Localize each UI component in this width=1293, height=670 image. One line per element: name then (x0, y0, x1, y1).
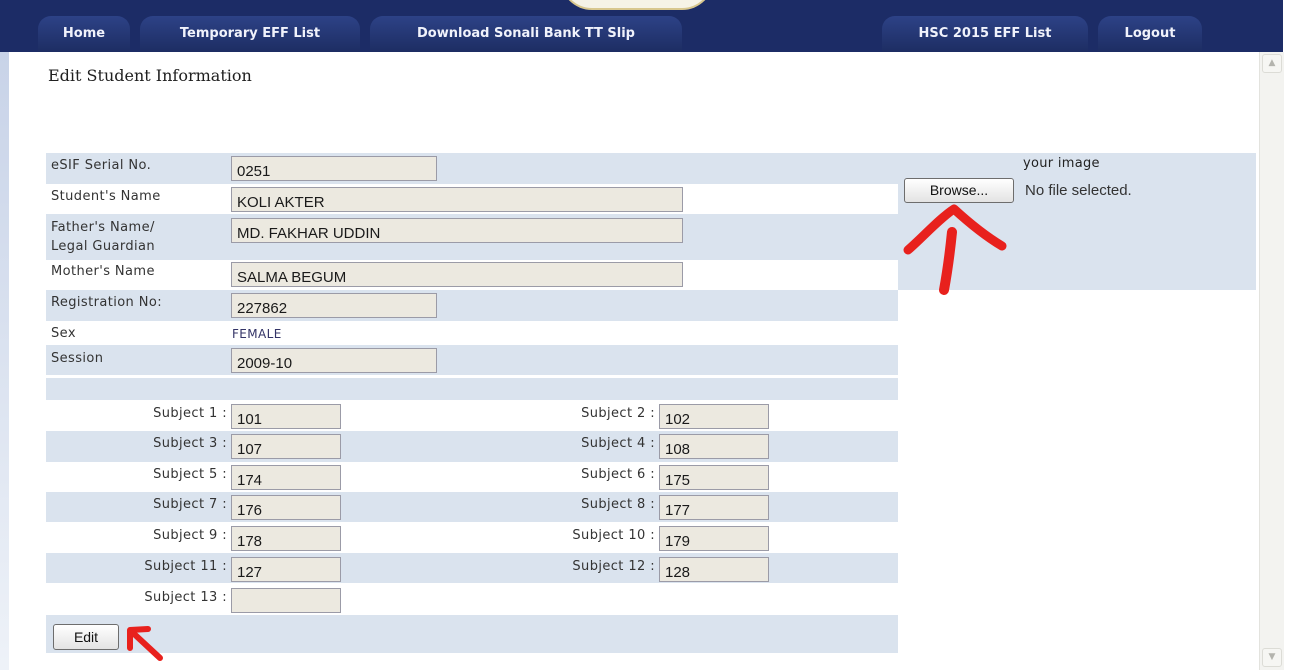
subject-field[interactable]: 177 (659, 495, 769, 520)
student-name-label: Student's Name (51, 189, 161, 204)
spacer-band (46, 378, 898, 400)
subject-label: Subject 13 : (144, 590, 227, 605)
subject-field[interactable]: 174 (231, 465, 341, 490)
registration-label: Registration No: (51, 295, 162, 310)
subject-label: Subject 11 : (144, 559, 227, 574)
file-status-text: No file selected. (1025, 182, 1132, 199)
top-navbar: Home Temporary EFF List Download Sonali … (0, 0, 1283, 52)
mother-name-label: Mother's Name (51, 264, 155, 279)
subject-field[interactable]: 128 (659, 557, 769, 582)
image-upload-hint: your image (1023, 156, 1100, 171)
vertical-scrollbar[interactable]: ▲ ▼ (1259, 52, 1284, 670)
scroll-down-icon[interactable]: ▼ (1262, 648, 1282, 667)
row-band (46, 153, 898, 184)
subject-label: Subject 6 : (581, 467, 655, 482)
subject-label: Subject 7 : (153, 497, 227, 512)
subject-label: Subject 3 : (153, 436, 227, 451)
nav-tab-hsc-2015-eff-list[interactable]: HSC 2015 EFF List (882, 16, 1088, 52)
red-arrow-diagonal-icon (127, 626, 163, 661)
subject-field[interactable]: 101 (231, 404, 341, 429)
scroll-up-icon[interactable]: ▲ (1262, 54, 1282, 73)
row-band (46, 615, 898, 653)
subject-field[interactable]: 107 (231, 434, 341, 459)
left-border-strip (0, 52, 9, 670)
subject-field[interactable]: 108 (659, 434, 769, 459)
nav-tab-temporary-eff-list[interactable]: Temporary EFF List (140, 16, 360, 52)
edit-button[interactable]: Edit (53, 624, 119, 650)
sex-value: FEMALE (232, 327, 282, 341)
page-title: Edit Student Information (48, 66, 252, 85)
nav-tab-download-tt-slip[interactable]: Download Sonali Bank TT Slip (370, 16, 682, 52)
nav-tab-logout[interactable]: Logout (1098, 16, 1202, 52)
browse-button[interactable]: Browse... (904, 178, 1014, 203)
session-field[interactable]: 2009-10 (231, 348, 437, 373)
father-name-label: Father's Name/ (51, 220, 155, 235)
subject-field[interactable]: 175 (659, 465, 769, 490)
sex-label: Sex (51, 326, 76, 341)
registration-field[interactable]: 227862 (231, 293, 437, 318)
father-name-field[interactable]: MD. FAKHAR UDDIN (231, 218, 683, 243)
nav-tab-home[interactable]: Home (38, 16, 130, 52)
father-name-label-line2: Legal Guardian (51, 239, 156, 254)
row-band (46, 345, 898, 375)
red-arrow-up-icon (903, 204, 1007, 295)
subject-label: Subject 9 : (153, 528, 227, 543)
subject-field[interactable]: 176 (231, 495, 341, 520)
session-label: Session (51, 351, 104, 366)
subject-field[interactable]: 179 (659, 526, 769, 551)
subject-field[interactable]: 178 (231, 526, 341, 551)
subject-field[interactable]: 127 (231, 557, 341, 582)
subject-label: Subject 12 : (572, 559, 655, 574)
subject-field[interactable] (231, 588, 341, 613)
subject-label: Subject 5 : (153, 467, 227, 482)
subject-field[interactable]: 102 (659, 404, 769, 429)
logo-emblem (560, 0, 714, 10)
student-name-field[interactable]: KOLI AKTER (231, 187, 683, 212)
mother-name-field[interactable]: SALMA BEGUM (231, 262, 683, 287)
serial-label: eSIF Serial No. (51, 158, 152, 173)
subject-label: Subject 2 : (581, 406, 655, 421)
subject-label: Subject 8 : (581, 497, 655, 512)
subject-label: Subject 10 : (572, 528, 655, 543)
serial-field[interactable]: 0251 (231, 156, 437, 181)
row-band (46, 290, 898, 321)
subject-label: Subject 1 : (153, 406, 227, 421)
subject-label: Subject 4 : (581, 436, 655, 451)
